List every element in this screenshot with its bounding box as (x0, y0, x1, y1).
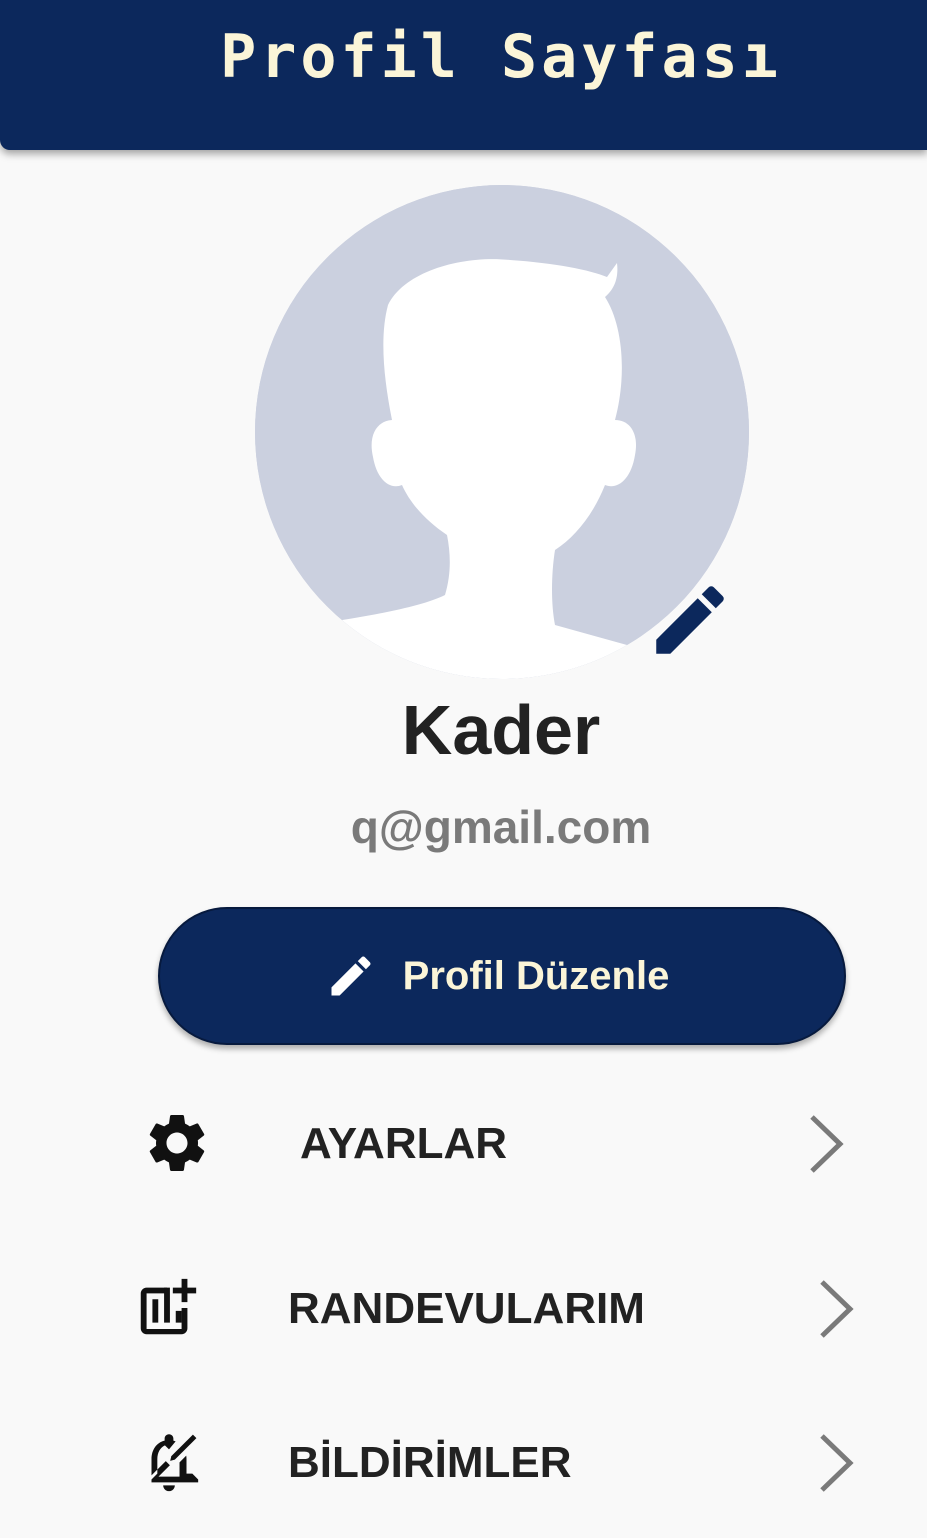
chevron-right-icon (820, 1434, 854, 1492)
menu-item-label: BİLDİRİMLER (288, 1438, 572, 1487)
chart-add-icon (140, 1278, 197, 1335)
pencil-icon (331, 956, 371, 996)
menu-item-label: AYARLAR (300, 1119, 508, 1168)
gear-icon (149, 1115, 205, 1171)
user-email: q@gmail.com (350, 801, 652, 853)
chevron-right-icon (810, 1115, 844, 1173)
pencil-icon[interactable] (645, 575, 735, 665)
bell-edit-icon (151, 1434, 199, 1492)
app-bar: Profil Sayfası (0, 0, 927, 150)
menu-item-notifications[interactable]: BİLDİRİMLER (120, 1402, 880, 1522)
edit-profile-label: Profil Düzenle (402, 953, 670, 998)
chevron-right-icon (820, 1280, 854, 1338)
menu-item-settings[interactable]: AYARLAR (120, 1083, 880, 1203)
user-name: Kader (401, 691, 601, 769)
page-title: Profil Sayfası (220, 22, 782, 92)
edit-profile-button[interactable]: Profil Düzenle (158, 907, 846, 1045)
menu-item-label: RANDEVULARIM (288, 1284, 645, 1333)
menu-item-appointments[interactable]: RANDEVULARIM (120, 1248, 880, 1368)
